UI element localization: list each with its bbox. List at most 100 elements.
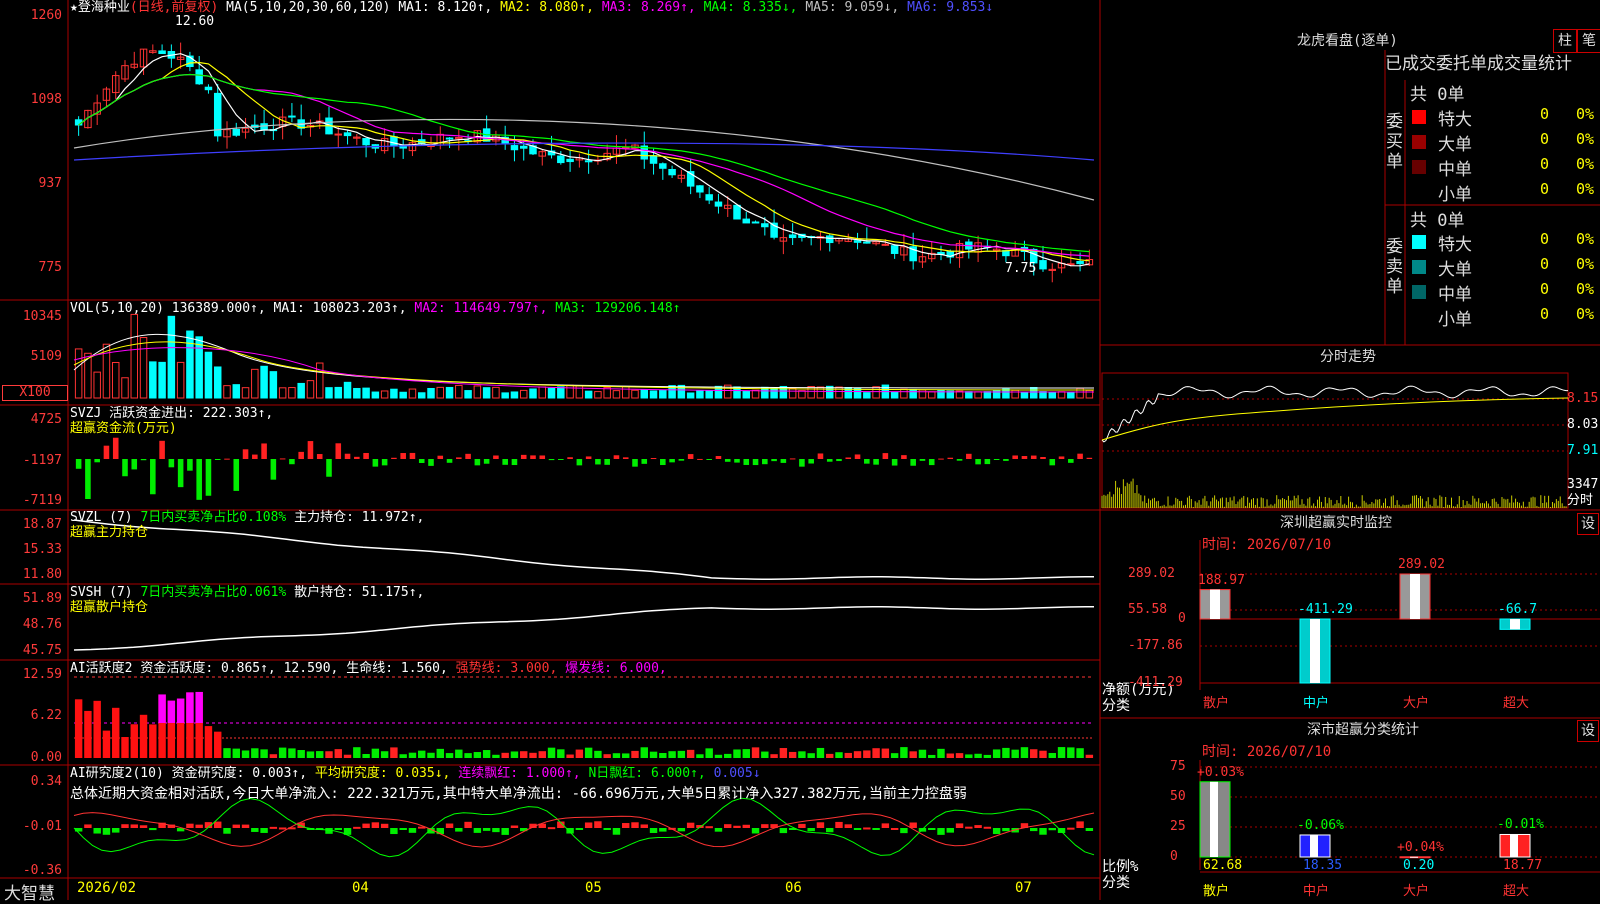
research-bar <box>779 828 788 834</box>
sz-category: 散户 <box>1203 696 1230 711</box>
flow-bar <box>558 459 564 460</box>
price-ylabel-1: 1098 <box>30 92 62 107</box>
flow-bar <box>724 459 731 462</box>
flow-bar <box>585 456 592 459</box>
candle-body <box>390 136 398 147</box>
ma-line <box>78 61 1090 262</box>
research-bar <box>473 828 482 833</box>
stat-title: 已成交委托单成交量统计 <box>1385 54 1572 74</box>
ss-settings-button[interactable]: 设 <box>1577 720 1599 742</box>
research-bar <box>622 823 630 828</box>
volume-bar <box>983 391 992 399</box>
volume-bar <box>232 384 241 399</box>
buy-row-percent: 0% <box>1576 155 1595 173</box>
activity-bar <box>696 754 704 758</box>
svsh-ylabel-2: 45.75 <box>22 643 62 658</box>
ss-bar-highlight <box>1210 781 1218 857</box>
svzj-panel-title: SVZJ 活跃资金进出: 222.303↑, <box>70 406 273 421</box>
flow-bar <box>641 459 648 464</box>
fenshi-avg-line <box>1101 397 1569 441</box>
buy-color-swatch <box>1412 135 1426 149</box>
chart-canvas[interactable] <box>0 0 1600 900</box>
activity-bar <box>584 747 593 758</box>
activity-bar <box>288 748 296 758</box>
buy-color-swatch <box>1412 110 1426 124</box>
activity-bar <box>390 747 398 758</box>
candle-body <box>668 169 676 176</box>
flow-bar <box>891 459 898 466</box>
ai1-burst-line: 爆发线: 6.000, <box>565 661 667 676</box>
flow-bar <box>261 443 267 459</box>
candle-body <box>649 155 658 164</box>
ma-line <box>78 73 1090 253</box>
vol-unit-badge[interactable]: X100 <box>2 385 68 401</box>
flow-bar <box>576 459 583 466</box>
flow-bar <box>567 457 573 459</box>
ai2-ylabel-0: 0.34 <box>30 774 62 789</box>
ss-ylabel: 25 <box>1170 819 1186 834</box>
ma-label: MA(5,10,20,30,60,120) <box>226 0 391 15</box>
activity-burst-bar <box>186 692 194 723</box>
flow-bar <box>270 459 277 480</box>
volume-bar <box>297 382 305 399</box>
volume-bar <box>362 387 370 399</box>
volume-bar <box>965 391 973 399</box>
volume-bar <box>1048 391 1057 399</box>
volume-bar <box>742 390 751 399</box>
research-bar <box>362 823 370 828</box>
activity-bar <box>529 752 537 758</box>
ss-stats-title: 深市超赢分类统计 <box>1307 722 1419 738</box>
svsh-panel-title: SVSH (7) 7日内买卖净占比0.061% 散户持仓: 51.175↑, <box>70 585 424 600</box>
research-bar <box>603 828 611 830</box>
activity-bar <box>779 748 788 758</box>
volume-bar <box>380 390 389 399</box>
flow-bar <box>836 459 842 462</box>
volume-bar <box>1067 391 1075 399</box>
flow-bar <box>363 452 369 459</box>
ss-bar-delta: -0.06% <box>1297 817 1344 833</box>
candle-body <box>1076 260 1084 265</box>
flow-bar <box>409 452 416 459</box>
candle-body <box>825 235 834 244</box>
candle-body <box>751 221 760 224</box>
bar-view-button[interactable]: 柱 <box>1553 29 1577 53</box>
ma2-value: MA2: 8.080↑, <box>500 0 595 15</box>
flow-bar <box>660 459 666 466</box>
sz-settings-button[interactable]: 设 <box>1577 513 1599 535</box>
flow-bar <box>697 458 703 460</box>
flow-bar <box>789 458 796 460</box>
activity-bar <box>575 749 584 758</box>
activity-bar <box>1067 747 1075 758</box>
vol-ma2 <box>73 341 1095 391</box>
research-bar <box>223 828 231 834</box>
volume-bar <box>705 389 713 399</box>
volume-bar <box>492 386 500 399</box>
svzl-ylabel-1: 15.33 <box>22 542 62 557</box>
volume-bar <box>288 387 296 399</box>
fenshi-unit: 分时 <box>1567 493 1594 508</box>
research-bar <box>1067 827 1075 830</box>
chart-mode[interactable]: (日线,前复权) <box>130 0 218 15</box>
tick-view-button[interactable]: 笔 <box>1577 29 1600 53</box>
research-bar <box>1076 821 1084 828</box>
candle-body <box>733 204 741 220</box>
activity-bar <box>278 747 287 758</box>
ss-category: 超大 <box>1503 884 1530 899</box>
ma-line <box>78 53 1090 267</box>
research-bar <box>761 824 769 828</box>
volume-bar <box>890 391 899 399</box>
flow-bar <box>316 454 323 459</box>
volume-bar <box>278 387 287 399</box>
volume-bar <box>594 391 602 399</box>
ai2-avg-research: 平均研究度: 0.035↓, <box>314 766 451 781</box>
activity-bar <box>937 748 945 758</box>
activity-bar <box>84 710 92 758</box>
flow-bar <box>966 453 972 459</box>
research-bar <box>826 828 834 833</box>
research-bar <box>195 824 203 828</box>
activity-bar <box>761 751 769 758</box>
research-bar <box>983 826 992 829</box>
activity-bar <box>371 748 380 758</box>
research-bar <box>705 826 713 829</box>
flow-bar <box>344 453 351 459</box>
